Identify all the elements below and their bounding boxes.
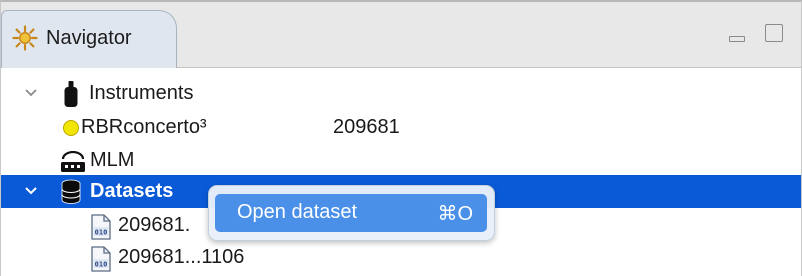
tab-navigator[interactable]: Navigator (1, 10, 177, 68)
navigator-tree[interactable]: Instruments RBRconcerto³ 209681 MLM Data… (1, 69, 801, 276)
svg-text:010: 010 (95, 261, 108, 269)
tab-navigator-label: Navigator (46, 27, 132, 49)
dataset-file-label: 209681. (118, 214, 191, 236)
navigator-panel: Navigator Instruments RBRconcerto³ 20968… (0, 0, 802, 276)
tree-item-instruments[interactable]: Instruments (1, 77, 801, 110)
minimize-button[interactable] (727, 28, 745, 42)
instrument-name: RBRconcerto³ (81, 116, 207, 138)
svg-text:010: 010 (95, 229, 108, 237)
tree-item-dataset-file[interactable]: 010 209681...1106 (1, 241, 801, 274)
instrument-serial: 209681 (333, 116, 400, 138)
datasets-label: Datasets (90, 180, 174, 202)
mlm-icon (61, 151, 85, 172)
menu-item-shortcut: ⌘O (437, 203, 473, 225)
binary-file-icon: 010 (91, 246, 111, 272)
tree-item-mlm[interactable]: MLM (1, 144, 801, 177)
menu-item-label: Open dataset (237, 201, 358, 223)
tab-bar: Navigator (1, 2, 801, 68)
context-menu: Open dataset ⌘O (208, 185, 495, 241)
dataset-file-label: 209681...1106 (118, 246, 245, 268)
tree-item-rbrconcerto[interactable]: RBRconcerto³ 209681 (1, 111, 801, 144)
navigator-sun-icon (12, 25, 38, 51)
menu-item-open-dataset[interactable]: Open dataset ⌘O (215, 194, 487, 232)
instrument-icon (64, 81, 78, 107)
database-icon (61, 179, 81, 204)
binary-file-icon: 010 (91, 214, 111, 240)
instruments-label: Instruments (89, 82, 194, 104)
chevron-down-icon[interactable] (23, 183, 39, 199)
mlm-label: MLM (90, 149, 135, 171)
status-dot-icon (63, 120, 79, 136)
chevron-down-icon[interactable] (23, 85, 39, 101)
maximize-button[interactable] (765, 24, 783, 42)
